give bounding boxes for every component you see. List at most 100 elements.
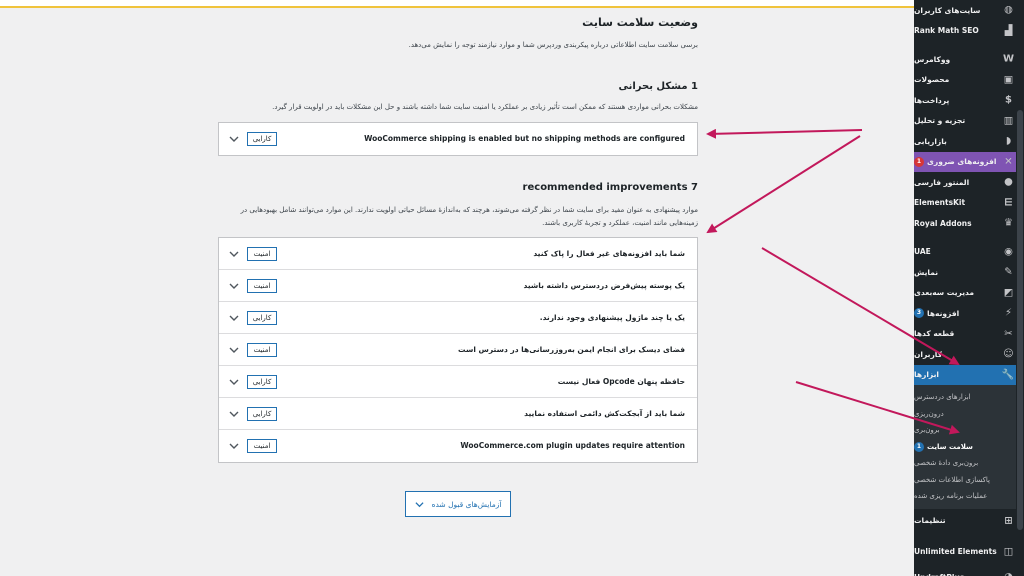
sidebar-item-label: نمایش (914, 267, 939, 277)
sidebar-item-snippets[interactable]: ✂ قطعه کدها (914, 324, 1024, 345)
sidebar-item-label: تجزیه و تحلیل (914, 116, 966, 126)
elementskit-icon: ⋿ (1004, 197, 1013, 209)
issue-row-recommended-5[interactable]: کارایی شما باید از آبجکت‌کش دائمی استفاد… (219, 398, 697, 430)
sidebar-item-label: پرداخت‌ها (914, 95, 950, 105)
issue-badge: امنیت (247, 246, 277, 261)
issue-row-recommended-6[interactable]: امنیت WooCommerce.com plugin updates req… (219, 430, 697, 462)
sidebar-item-elementskit[interactable]: ⋿ ElementsKit (914, 193, 1024, 214)
sidebar-item-label: سایت‌های کاربران (914, 5, 981, 15)
submenu-item[interactable]: درون‌ریزی (914, 406, 1024, 423)
sidebar-item-uae[interactable]: ◉ UAE (914, 242, 1024, 263)
recommended-section-title: 7 recommended improvements (522, 182, 698, 193)
issue-row-critical-0[interactable]: کارایی WooCommerce shipping is enabled b… (219, 123, 697, 155)
sidebar-scrollbar[interactable] (1016, 0, 1024, 576)
sidebar-item-appearance[interactable]: ✎ نمایش (914, 262, 1024, 283)
submenu-item-label: پاکسازی اطلاعات شخصی (914, 475, 990, 484)
sidebar-item-products[interactable]: ▣ محصولات (914, 70, 1024, 91)
sidebar-item-updraftplus[interactable]: ◔UpdraftPlus (914, 567, 1024, 576)
chevron-down-icon[interactable] (229, 134, 239, 144)
main-content: وضعیت سلامت سایت برسی سلامت سایت اطلاعات… (0, 0, 914, 576)
sidebar-item-label: المنتور فارسی (914, 177, 970, 187)
sidebar-item-label: ابزارها (914, 370, 939, 380)
issue-row-recommended-0[interactable]: امنیت شما باید افزونه‌های غیر فعال را پا… (219, 238, 697, 270)
analytics-icon: ▥ (1003, 115, 1014, 127)
3d-icon: ◩ (1003, 287, 1014, 299)
issue-row-recommended-4[interactable]: کارایی حافظه پنهان Opcode فعال نیست (219, 366, 697, 398)
products-icon: ▣ (1003, 74, 1014, 86)
sidebar-item-label: Royal Addons (914, 218, 972, 228)
count-badge: 1 (914, 441, 924, 452)
uae-icon: ◉ (1004, 246, 1013, 258)
issue-label: یک یا چند ماژول پیشنهادی وجود ندارند. (539, 313, 685, 322)
chevron-down-icon[interactable] (229, 313, 239, 323)
submenu-item-label: سلامت سایت (927, 442, 973, 451)
passed-tests-label: آزمایش‌های قبول شده (431, 499, 502, 509)
sidebar-item-essential-addons[interactable]: ✕ افزونه‌های ضروری 1 (914, 151, 1024, 172)
sidebar-item-label: Unlimited Elements (914, 547, 997, 556)
issue-row-recommended-1[interactable]: امنیت یک پوسته پیش‌فرض دردسترس داشته باش… (219, 270, 697, 302)
globe-icon: ◍ (1004, 4, 1013, 16)
chevron-down-icon[interactable] (229, 281, 239, 291)
sidebar-item-label: ووکامرس (914, 54, 951, 64)
submenu-item[interactable]: برون‌بری دادهٔ شخصی (914, 455, 1024, 472)
sidebar-item-analytics[interactable]: ▥ تجزیه و تحلیل (914, 111, 1024, 132)
issue-row-recommended-2[interactable]: کارایی یک یا چند ماژول پیشنهادی وجود ندا… (219, 302, 697, 334)
submenu-item[interactable]: پاکسازی اطلاعات شخصی (914, 472, 1024, 489)
sidebar-item-rankmath[interactable]: ▟ Rank Math SEO (914, 21, 1024, 42)
plugins-icon: ⚡ (1004, 307, 1013, 319)
submenu-item-label: برون‌بری دادهٔ شخصی (914, 459, 979, 468)
issue-badge: کارایی (247, 374, 277, 389)
submenu-item-label: درون‌ریزی (914, 409, 944, 418)
appearance-icon: ✎ (1004, 266, 1013, 278)
issue-label: حافظه پنهان Opcode فعال نیست (557, 377, 685, 386)
count-badge: 3 (914, 308, 924, 319)
royal-addons-icon: ♛ (1004, 217, 1013, 229)
sidebar-item-settings[interactable]: ⊞ تنظیمات (914, 511, 1024, 532)
snippets-icon: ✂ (1004, 328, 1013, 340)
users-icon: ☺ (1003, 348, 1014, 360)
sidebar-item-users[interactable]: ☺ کاربران (914, 344, 1024, 365)
sidebar-item-label: تنظیمات (914, 516, 946, 526)
sidebar-item-label: Rank Math SEO (914, 26, 979, 36)
critical-section-title: 1 مشکل بحرانی (618, 81, 698, 92)
sidebar-item-payments[interactable]: $ پرداخت‌ها (914, 90, 1024, 111)
submenu-item[interactable]: ابزارهای دردسترس (914, 389, 1024, 406)
chevron-down-icon (415, 501, 424, 507)
sidebar-item-label: UAE (914, 247, 931, 257)
sidebar-item-royal-addons[interactable]: ♛ Royal Addons (914, 213, 1024, 234)
sidebar-item-label: محصولات (914, 75, 950, 85)
submenu-item[interactable]: برون‌بری (914, 422, 1024, 439)
chevron-down-icon[interactable] (229, 249, 239, 259)
page-description: برسی سلامت سایت اطلاعاتی درباره پیکربندی… (408, 41, 698, 49)
chevron-down-icon[interactable] (229, 409, 239, 419)
sidebar-item-label: افزونه‌های ضروری (927, 157, 997, 167)
chevron-down-icon[interactable] (229, 441, 239, 451)
sidebar-item-plugins[interactable]: ⚡ افزونه‌ها 3 (914, 303, 1024, 324)
sidebar-item-tools[interactable]: 🔧 ابزارها (914, 364, 1024, 385)
recommended-section-description: موارد پیشنهادی به عنوان مفید برای سایت ش… (240, 206, 698, 227)
sidebar-item-unlimited-elements[interactable]: ◫ Unlimited Elements (914, 537, 1024, 567)
sidebar-item-elementor-fa[interactable]: ● المنتور فارسی (914, 172, 1024, 193)
updraftplus-icon: ◔ (1003, 572, 1014, 576)
submenu-item[interactable]: سلامت سایت 1 (914, 439, 1024, 456)
submenu-item-label: برون‌بری (914, 426, 940, 435)
essential-addons-icon: ✕ (1004, 156, 1013, 168)
sidebar-item-woocommerce[interactable]: W ووکامرس (914, 49, 1024, 70)
sidebar-item-3d[interactable]: ◩ مدیریت سه‌بعدی (914, 283, 1024, 304)
issue-badge: امنیت (247, 278, 277, 293)
sidebar-item-globe[interactable]: ◍ سایت‌های کاربران (914, 0, 1024, 21)
issue-row-recommended-3[interactable]: امنیت فضای دیسک برای انجام ایمن به‌روزرس… (219, 334, 697, 366)
submenu-item[interactable]: عملیات برنامه ریزی شده (914, 488, 1024, 505)
submenu-item-label: ابزارهای دردسترس (914, 393, 971, 402)
issue-label: شما باید از آبجکت‌کش دائمی استفاده نمایی… (524, 409, 685, 418)
sidebar-item-label: ElementsKit (914, 198, 966, 208)
critical-section-description: مشکلات بحرانی مواردی هستند که ممکن است ت… (272, 103, 698, 111)
issue-badge: کارایی (247, 406, 277, 421)
passed-tests-button[interactable]: آزمایش‌های قبول شده (405, 491, 511, 517)
issue-badge: کارایی (247, 310, 277, 325)
page-title: وضعیت سلامت سایت (582, 16, 698, 29)
sidebar-item-marketing[interactable]: ◗ بازاریابی (914, 131, 1024, 152)
chevron-down-icon[interactable] (229, 345, 239, 355)
chevron-down-icon[interactable] (229, 377, 239, 387)
scrollbar-thumb[interactable] (1017, 110, 1023, 530)
